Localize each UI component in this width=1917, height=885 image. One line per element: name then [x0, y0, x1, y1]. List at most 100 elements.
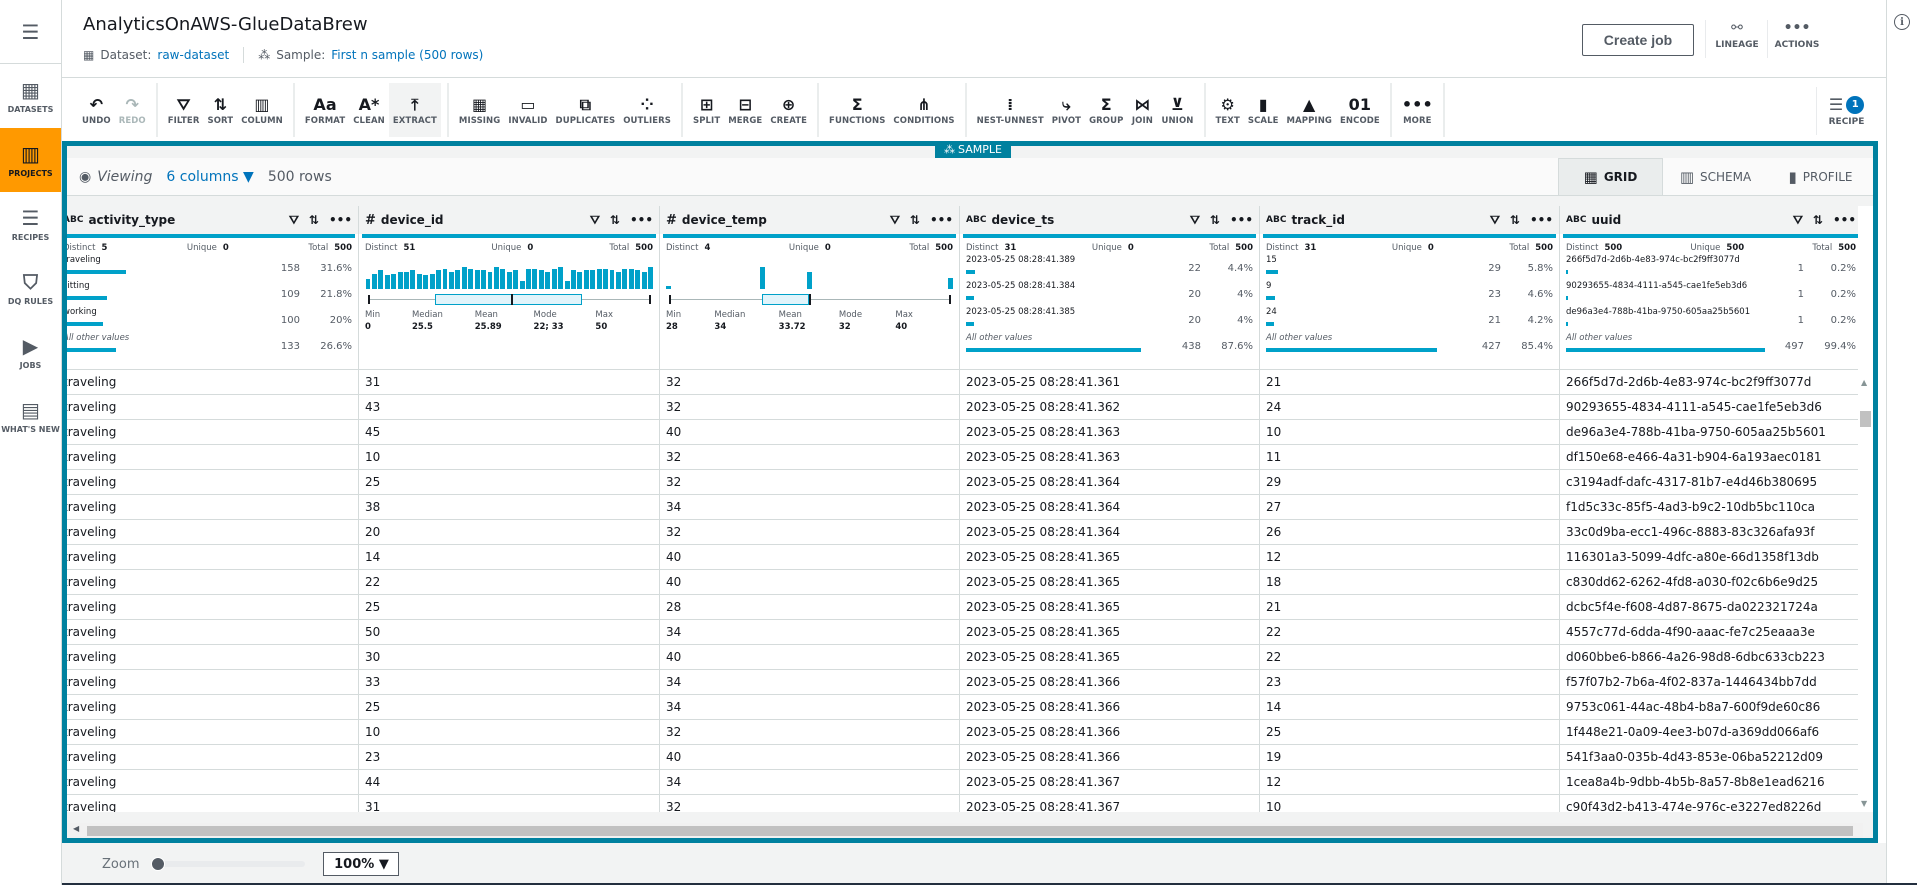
histogram-bar[interactable] — [404, 272, 409, 289]
table-cell[interactable]: 33 — [359, 670, 659, 695]
lineage-button[interactable]: ⚯ LINEAGE — [1708, 20, 1766, 58]
table-cell[interactable]: 14 — [359, 545, 659, 570]
table-cell[interactable]: 11 — [1260, 445, 1559, 470]
actions-button[interactable]: ••• ACTIONS — [1768, 20, 1826, 58]
table-cell[interactable]: 2023-05-25 08:28:41.366 — [960, 695, 1259, 720]
filter-icon[interactable]: ⛛ — [1793, 213, 1803, 228]
duplicates-button[interactable]: ⧉ DUPLICATES — [552, 83, 620, 137]
table-cell[interactable]: traveling — [67, 420, 358, 445]
histogram-bar[interactable] — [378, 270, 384, 289]
table-cell[interactable]: 2023-05-25 08:28:41.364 — [960, 520, 1259, 545]
histogram-bar[interactable] — [493, 267, 499, 289]
table-cell[interactable]: 29 — [1260, 470, 1559, 495]
table-cell[interactable]: 2023-05-25 08:28:41.365 — [960, 545, 1259, 570]
table-cell[interactable]: traveling — [67, 370, 358, 395]
table-cell[interactable]: 4557c77d-6dda-4f90-aaac-fe7c25eaaa3e — [1560, 620, 1862, 645]
histogram-bar[interactable] — [481, 270, 487, 289]
more-icon[interactable]: ••• — [1230, 213, 1253, 228]
histogram-bar[interactable] — [545, 272, 551, 289]
more-button[interactable]: ••• MORE — [1398, 83, 1437, 137]
table-cell[interactable]: 1cea8a4b-9dbb-4b5b-8a57-8b8e1ead6216 — [1560, 770, 1862, 795]
table-cell[interactable]: 20 — [359, 520, 659, 545]
histogram-bar[interactable] — [558, 267, 564, 289]
table-cell[interactable]: 12 — [1260, 770, 1559, 795]
histogram-bar[interactable] — [538, 270, 544, 289]
sort-icon[interactable]: ⇅ — [1510, 213, 1520, 228]
histogram-bar[interactable] — [666, 286, 671, 289]
histogram-bar[interactable] — [635, 270, 641, 289]
scroll-thumb[interactable] — [1860, 411, 1871, 427]
create-job-button[interactable]: Create job — [1582, 24, 1694, 56]
pivot-button[interactable]: ⤷ PIVOT — [1048, 83, 1085, 137]
functions-button[interactable]: Σ FUNCTIONS — [825, 83, 889, 137]
histogram-bar[interactable] — [455, 270, 461, 289]
table-cell[interactable]: 34 — [660, 670, 959, 695]
union-button[interactable]: ⊻ UNION — [1157, 83, 1197, 137]
histogram-bar[interactable] — [948, 278, 953, 289]
table-cell[interactable]: 2023-05-25 08:28:41.363 — [960, 420, 1259, 445]
histogram-bar[interactable] — [519, 280, 525, 289]
table-cell[interactable]: traveling — [67, 495, 358, 520]
text-button[interactable]: ⚙ TEXT — [1212, 83, 1244, 137]
top-value-row[interactable]: 2023-05-25 08:28:41.389 22 4.4% — [966, 255, 1253, 281]
histogram-bar[interactable] — [500, 268, 506, 289]
table-cell[interactable]: 30 — [359, 645, 659, 670]
table-cell[interactable]: 2023-05-25 08:28:41.365 — [960, 595, 1259, 620]
join-button[interactable]: ⋈ JOIN — [1127, 83, 1157, 137]
table-cell[interactable]: 32 — [660, 470, 959, 495]
histogram-bar[interactable] — [564, 280, 570, 289]
histogram-bar[interactable] — [442, 268, 448, 289]
table-cell[interactable]: f57f07b2-7b6a-4f02-837a-1446434bb7dd — [1560, 670, 1862, 695]
histogram-bar[interactable] — [391, 273, 397, 289]
table-cell[interactable]: 44 — [359, 770, 659, 795]
vertical-scrollbar[interactable]: ▲ ▼ — [1858, 206, 1873, 812]
table-cell[interactable]: 2023-05-25 08:28:41.366 — [960, 670, 1259, 695]
column-header[interactable]: ABC device_ts ⛛ ⇅ ••• — [960, 206, 1259, 234]
scale-button[interactable]: ▮ SCALE — [1244, 83, 1283, 137]
top-value-row[interactable]: All other values 497 99.4% — [1566, 333, 1856, 359]
table-cell[interactable]: 40 — [660, 645, 959, 670]
table-cell[interactable]: 2023-05-25 08:28:41.365 — [960, 620, 1259, 645]
table-cell[interactable]: 38 — [359, 495, 659, 520]
table-cell[interactable]: 23 — [1260, 670, 1559, 695]
sidebar-item-dq-rules[interactable]: ⛉ DQ RULES — [0, 256, 61, 320]
sort-icon[interactable]: ⇅ — [1210, 213, 1220, 228]
sort-icon[interactable]: ⇅ — [309, 213, 319, 228]
table-cell[interactable]: 2023-05-25 08:28:41.367 — [960, 770, 1259, 795]
table-cell[interactable]: 2023-05-25 08:28:41.364 — [960, 495, 1259, 520]
table-cell[interactable]: 32 — [660, 370, 959, 395]
undo-button[interactable]: ↶ UNDO — [78, 83, 115, 137]
table-cell[interactable]: 27 — [1260, 495, 1559, 520]
histogram-bar[interactable] — [513, 270, 519, 289]
table-cell[interactable]: 12 — [1260, 545, 1559, 570]
table-cell[interactable]: 1f448e21-0a09-4ee3-b07d-a369dd066af6 — [1560, 720, 1862, 745]
table-cell[interactable]: 34 — [660, 695, 959, 720]
top-value-row[interactable]: de96a3e4-788b-41ba-9750-605aa25b5601 1 0.2… — [1566, 307, 1856, 333]
table-cell[interactable]: 34 — [660, 770, 959, 795]
histogram-bar[interactable] — [571, 270, 576, 289]
sidebar-item-what-s-new[interactable]: ▤ WHAT'S NEW — [0, 384, 61, 448]
merge-button[interactable]: ⊟ MERGE — [724, 83, 766, 137]
top-value-row[interactable]: 15 29 5.8% — [1266, 255, 1553, 281]
table-cell[interactable]: 2023-05-25 08:28:41.362 — [960, 395, 1259, 420]
sidebar-item-datasets[interactable]: ▦ DATASETS — [0, 64, 61, 128]
group-button[interactable]: Σ GROUP — [1085, 83, 1127, 137]
filter-icon[interactable]: ⛛ — [289, 213, 299, 228]
table-cell[interactable]: traveling — [67, 695, 358, 720]
sort-icon[interactable]: ⇅ — [1813, 213, 1823, 228]
table-cell[interactable]: d060bbe6-b866-4a26-98d8-6dbc633cb223 — [1560, 645, 1862, 670]
table-cell[interactable]: 19 — [1260, 745, 1559, 770]
table-cell[interactable]: traveling — [67, 645, 358, 670]
horizontal-scrollbar[interactable]: ◀ — [67, 823, 1863, 838]
more-icon[interactable]: ••• — [329, 213, 352, 228]
table-cell[interactable]: 24 — [1260, 395, 1559, 420]
table-cell[interactable]: 22 — [1260, 620, 1559, 645]
table-cell[interactable]: traveling — [67, 520, 358, 545]
table-cell[interactable]: 266f5d7d-2d6b-4e83-974c-bc2f9ff3077d — [1560, 370, 1862, 395]
histogram-bar[interactable] — [615, 272, 621, 289]
histogram-bar[interactable] — [622, 268, 628, 289]
table-cell[interactable]: traveling — [67, 720, 358, 745]
table-cell[interactable]: traveling — [67, 795, 358, 812]
table-cell[interactable]: 2023-05-25 08:28:41.365 — [960, 570, 1259, 595]
sample-link[interactable]: First n sample (500 rows) — [331, 48, 483, 62]
